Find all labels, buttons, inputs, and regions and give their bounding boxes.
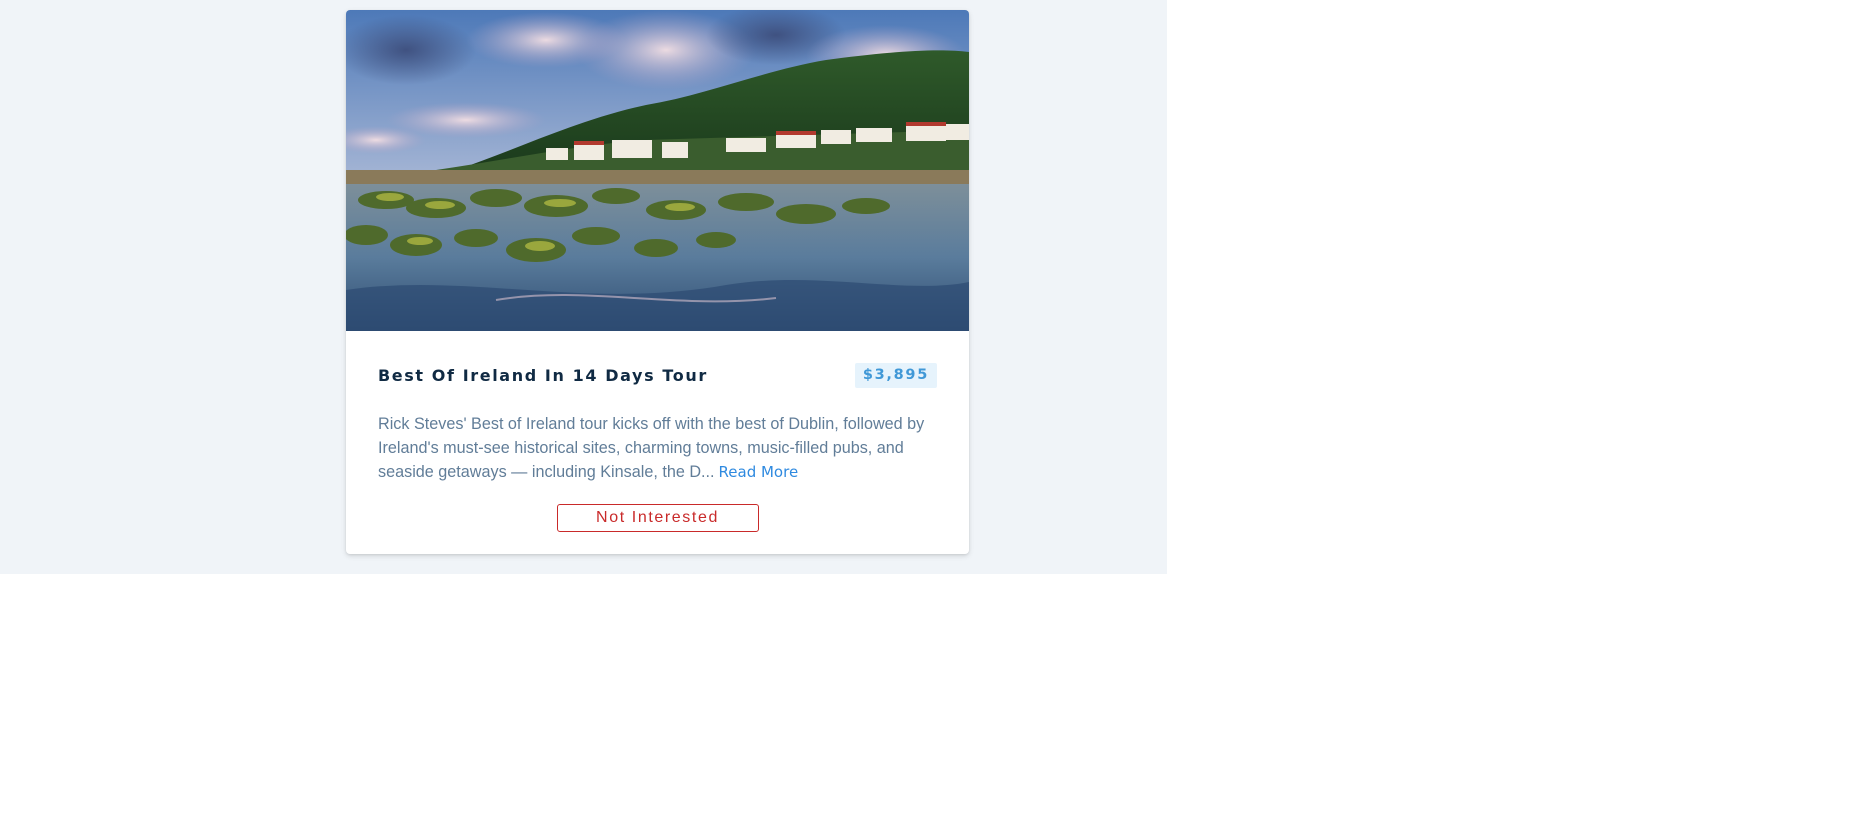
tour-image (346, 10, 969, 331)
tour-description-text: Rick Steves' Best of Ireland tour kicks … (378, 415, 925, 481)
tour-title: Best Of Ireland In 14 Days Tour (378, 365, 708, 385)
read-more-button[interactable]: Read More (715, 463, 799, 481)
not-interested-button[interactable]: Not Interested (556, 504, 759, 532)
tour-description: Rick Steves' Best of Ireland tour kicks … (378, 412, 938, 484)
tour-title-row: Best Of Ireland In 14 Days Tour $3,895 (378, 362, 937, 388)
tour-card: Best Of Ireland In 14 Days Tour $3,895 R… (346, 10, 969, 554)
tour-card-body: Best Of Ireland In 14 Days Tour $3,895 R… (346, 362, 969, 532)
tour-price-badge: $3,895 (854, 362, 937, 388)
